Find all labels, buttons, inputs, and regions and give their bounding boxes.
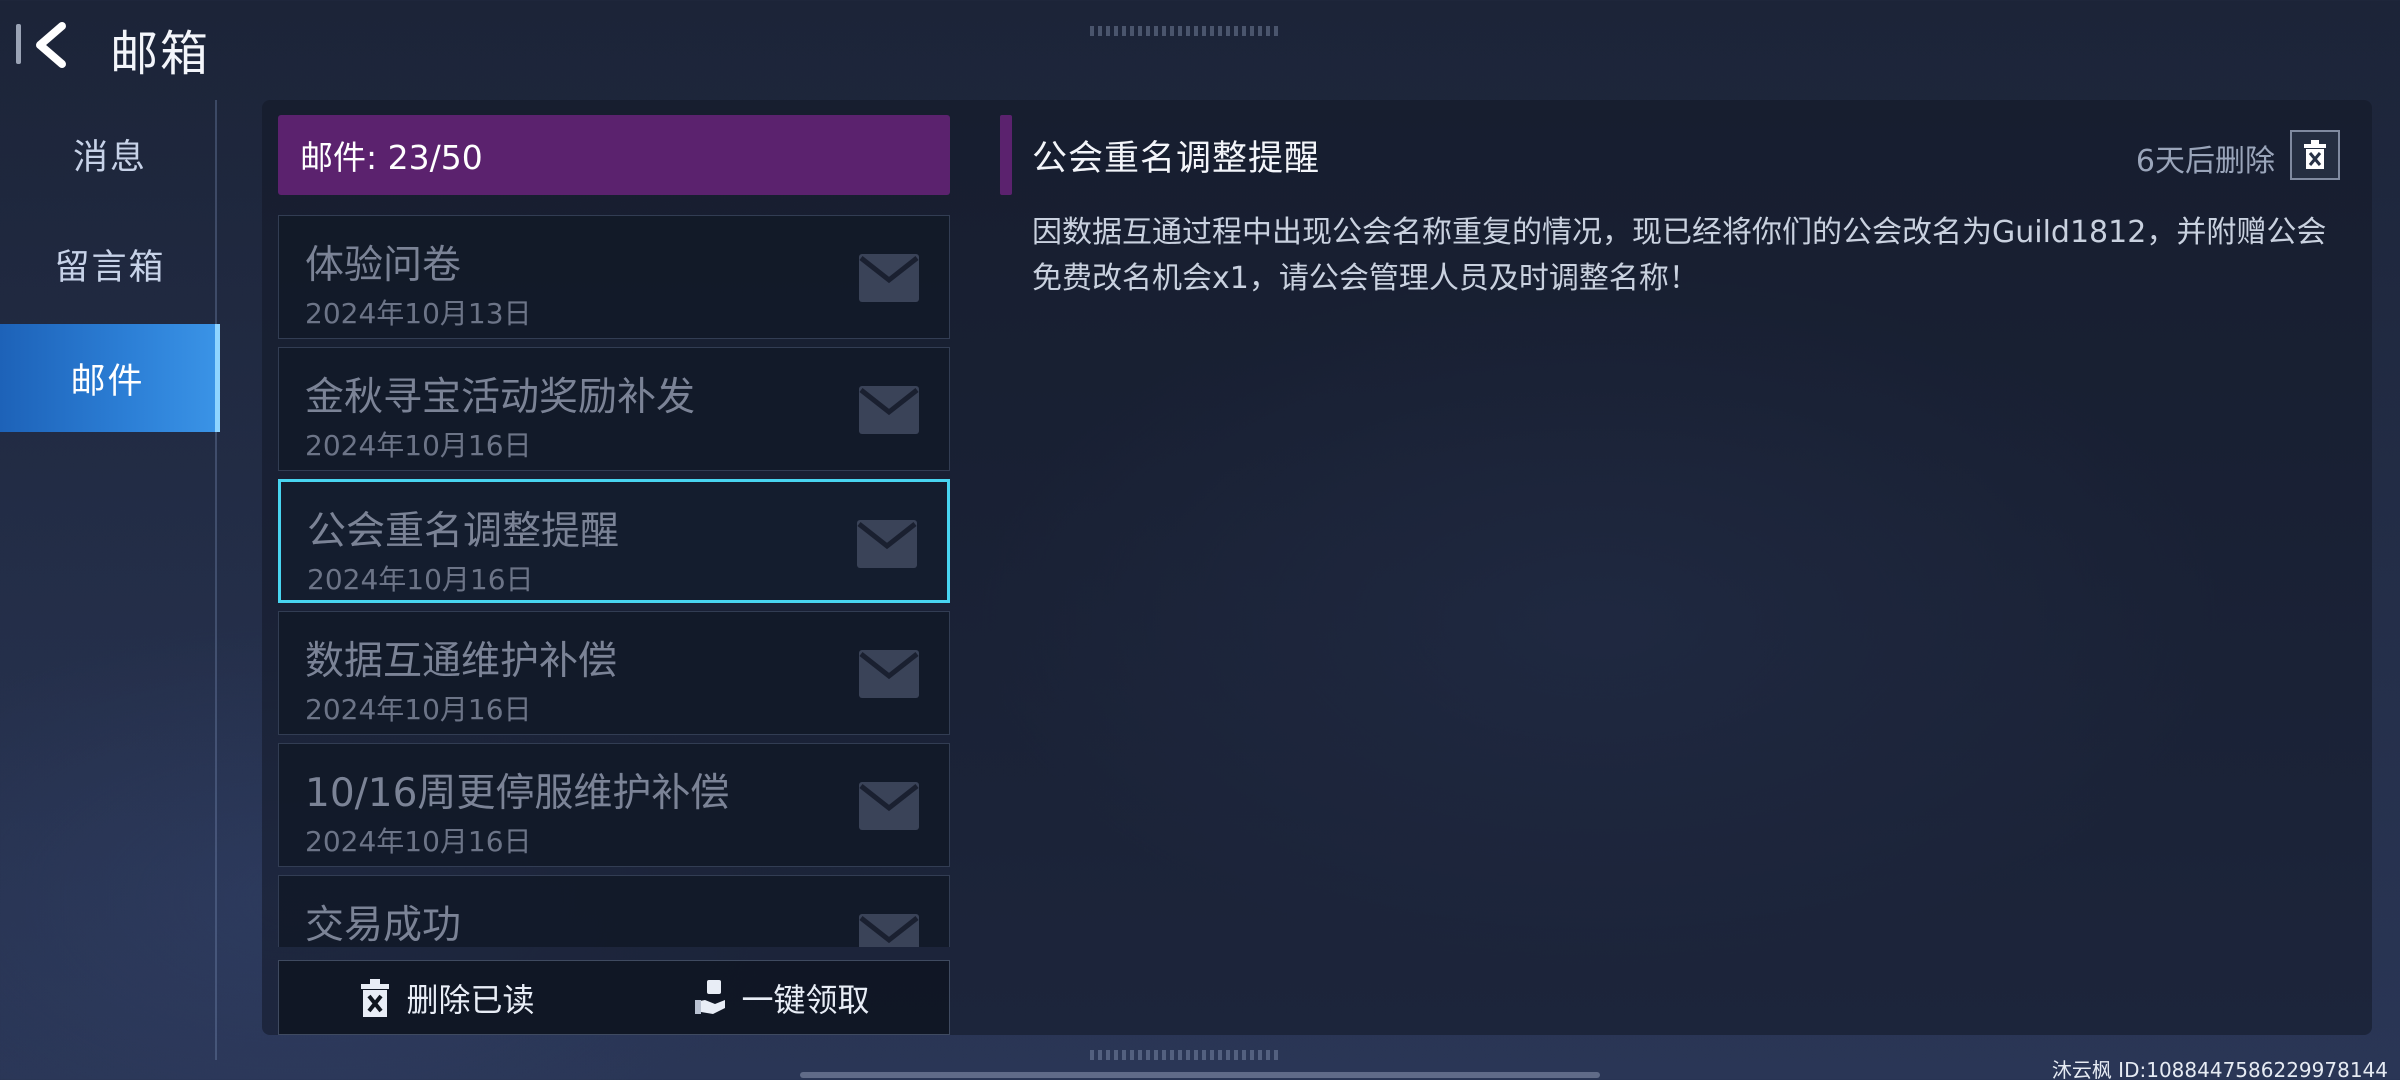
top-decoration (1090, 26, 1280, 36)
mail-action-bar: 删除已读 一键领取 (278, 960, 950, 1035)
mail-date: 2024年10月16日 (305, 429, 532, 462)
scroll-indicator[interactable] (800, 1072, 1600, 1078)
detail-title: 公会重名调整提醒 (1032, 139, 1321, 179)
sidebar-item-mail[interactable]: 邮件 (0, 324, 220, 432)
mail-subject: 交易成功 (305, 903, 462, 947)
mail-subject: 数据互通维护补偿 (305, 639, 618, 684)
sidebar-item-label: 邮件 (70, 361, 145, 402)
mail-count-label: 邮件: 23/50 (300, 138, 483, 177)
envelope-icon (857, 252, 921, 304)
mail-subject: 10/16周更停服维护补偿 (305, 771, 730, 816)
top-bar: 邮箱 (0, 0, 2400, 95)
mail-date: 2024年10月13日 (305, 297, 532, 330)
detail-body: 因数据互通过程中出现公会名称重复的情况，现已经将你们的公会改名为Guild181… (1032, 215, 2327, 296)
mail-item[interactable]: 数据互通维护补偿 2024年10月16日 (278, 611, 950, 735)
mail-date: 2024年10月16日 (307, 563, 534, 596)
envelope-icon (857, 384, 921, 436)
envelope-icon (857, 912, 921, 947)
envelope-icon (857, 648, 921, 700)
user-id-text: 沐云枫 ID:1088447586229978144 (2051, 1058, 2388, 1080)
trash-icon (2304, 140, 2326, 169)
mail-item-selected[interactable]: 公会重名调整提醒 2024年10月16日 (278, 479, 950, 603)
mail-date: 2024年10月16日 (305, 825, 532, 858)
sidebar-item-label: 消息 (72, 137, 147, 178)
page-title: 邮箱 (110, 26, 211, 82)
mail-subject: 体验问卷 (305, 243, 462, 288)
delete-mail-button[interactable] (2290, 130, 2340, 180)
envelope-icon (855, 518, 919, 570)
envelope-icon (857, 780, 921, 832)
delete-read-label: 删除已读 (406, 980, 535, 1019)
mail-item[interactable]: 金秋寻宝活动奖励补发 2024年10月16日 (278, 347, 950, 471)
mail-item[interactable]: 10/16周更停服维护补偿 2024年10月16日 (278, 743, 950, 867)
mail-item[interactable]: 交易成功 (278, 875, 950, 947)
sidebar-item-label: 留言箱 (54, 247, 166, 288)
sidebar: 消息 留言箱 邮件 (0, 100, 220, 1060)
claim-all-button[interactable]: 一键领取 (614, 961, 949, 1034)
bottom-decoration (1090, 1050, 1280, 1060)
trash-icon (358, 978, 392, 1018)
mail-list[interactable]: 体验问卷 2024年10月13日 金秋寻宝活动奖励补发 2024年10月16日 … (278, 215, 950, 947)
claim-all-label: 一键领取 (741, 980, 870, 1019)
back-button[interactable] (18, 14, 88, 76)
mail-count-header: 邮件: 23/50 (278, 115, 950, 195)
chevron-left-icon (36, 22, 66, 68)
mail-subject: 金秋寻宝活动奖励补发 (305, 375, 696, 420)
hand-receive-icon (693, 978, 727, 1018)
mail-subject: 公会重名调整提醒 (307, 509, 620, 554)
mail-item[interactable]: 体验问卷 2024年10月13日 (278, 215, 950, 339)
expire-text: 6天后删除 (2135, 144, 2275, 179)
sidebar-item-messages[interactable]: 消息 (0, 100, 220, 208)
sidebar-item-guestbook[interactable]: 留言箱 (0, 210, 220, 318)
detail-accent-bar (1000, 115, 1012, 195)
mail-date: 2024年10月16日 (305, 693, 532, 726)
delete-read-button[interactable]: 删除已读 (279, 961, 614, 1034)
